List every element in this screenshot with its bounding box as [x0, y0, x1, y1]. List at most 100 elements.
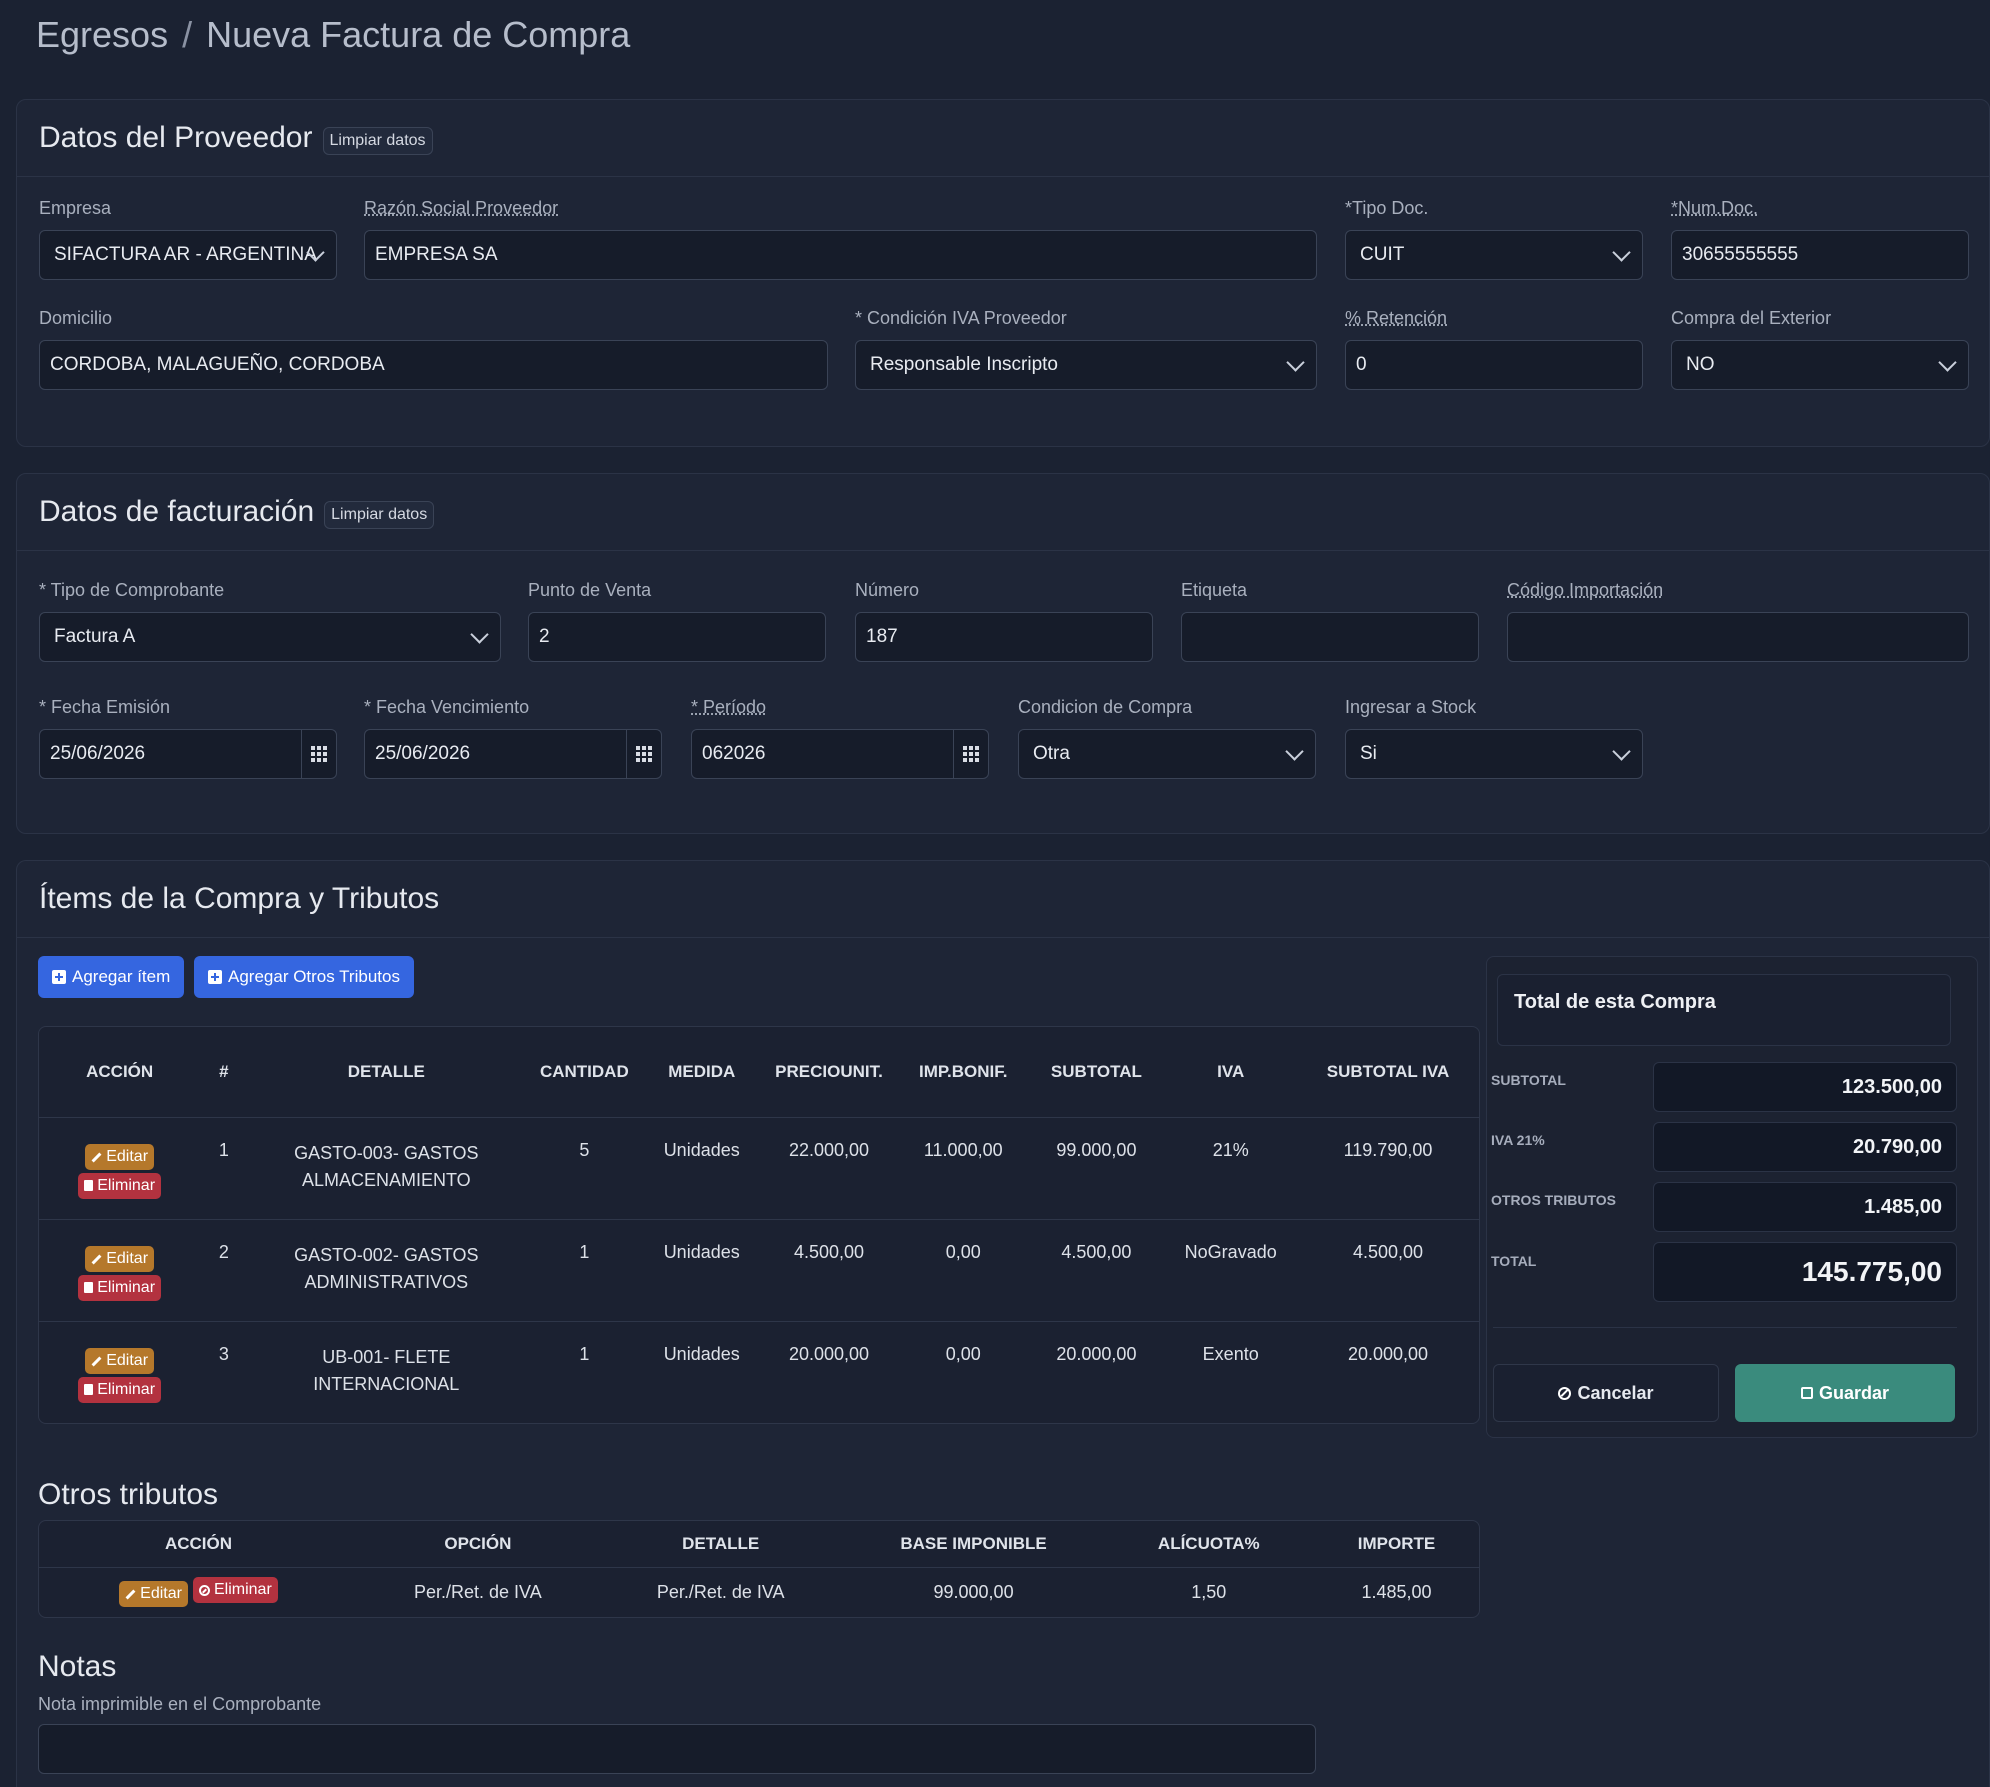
otros-header-row: ACCIÓN OPCIÓN DETALLE BASE IMPONIBLE ALÍ… [39, 1521, 1479, 1567]
notas-title: Notas [38, 1650, 117, 1683]
edit-label: Editar [106, 1352, 149, 1369]
numero-value: 187 [866, 626, 898, 647]
codigo-importacion-label: Código Importación [1507, 580, 1664, 600]
condicion-compra-select[interactable]: Otra [1018, 729, 1316, 779]
trash-icon [84, 1282, 94, 1293]
tipo-comprobante-value: Factura A [54, 626, 136, 647]
numero-input[interactable]: 187 [855, 612, 1153, 662]
ingresar-stock-value: Si [1360, 743, 1377, 764]
totals-panel: Total de esta Compra SUBTOTAL 123.500,00… [1486, 956, 1978, 1438]
domicilio-label: Domicilio [39, 308, 113, 328]
tipo-comprobante-label: * Tipo de Comprobante [39, 580, 225, 600]
delete-button[interactable]: Eliminar [78, 1376, 162, 1403]
row-subtotal-iva: 20.000,00 [1347, 1343, 1429, 1364]
empresa-select[interactable]: SIFACTURA AR - ARGENTINA [39, 230, 337, 280]
row-detalle: UB-001- FLETE INTERNACIONAL [313, 1346, 460, 1394]
condicion-iva-select[interactable]: Responsable Inscripto [855, 340, 1317, 390]
col-iva: IVA [1217, 1061, 1245, 1081]
facturacion-clear-button[interactable]: Limpiar datos [324, 501, 435, 529]
add-tributo-label: Agregar Otros Tributos [228, 967, 400, 986]
compra-exterior-select[interactable]: NO [1671, 340, 1969, 390]
codigo-importacion-input[interactable] [1507, 612, 1969, 662]
col-alicuota: ALÍCUOTA% [1157, 1533, 1260, 1553]
numero-label: Número [855, 580, 920, 600]
fecha-emision-label: * Fecha Emisión [39, 697, 171, 717]
col-detalle: DETALLE [347, 1061, 425, 1081]
periodo-input[interactable]: 062026 [691, 729, 989, 779]
otros-tributos-title: Otros tributos [38, 1478, 219, 1511]
retencion-value: 0 [1356, 354, 1367, 375]
edit-label: Editar [106, 1250, 149, 1267]
pencil-icon [91, 1356, 102, 1366]
punto-venta-value: 2 [539, 626, 550, 647]
tipo-comprobante-select[interactable]: Factura A [39, 612, 501, 662]
tipo-doc-select[interactable]: CUIT [1345, 230, 1643, 280]
add-item-button[interactable]: Agregar ítem [38, 956, 185, 998]
totals-header: Total de esta Compra [1497, 974, 1951, 1046]
add-tributo-button[interactable]: Agregar Otros Tributos [194, 956, 414, 998]
iva-value: 20.790,00 [1653, 1122, 1957, 1172]
edit-button[interactable]: Editar [85, 1144, 155, 1170]
condicion-compra-label: Condicion de Compra [1018, 697, 1193, 717]
breadcrumb-parent[interactable]: Egresos [36, 14, 168, 55]
col-subtotal: SUBTOTAL [1050, 1061, 1142, 1081]
calendar-button[interactable] [301, 730, 336, 778]
edit-label: Editar [140, 1585, 182, 1603]
row-subtotal-iva: 4.500,00 [1352, 1241, 1424, 1262]
delete-button[interactable]: Eliminar [78, 1274, 162, 1301]
row-num: 3 [218, 1343, 229, 1364]
edit-button[interactable]: Editar [85, 1246, 155, 1272]
proveedor-clear-button[interactable]: Limpiar datos [322, 127, 433, 155]
delete-label: Eliminar [213, 1581, 272, 1599]
edit-button[interactable]: Editar [85, 1348, 155, 1374]
facturacion-card: Datos de facturación Limpiar datos * Tip… [16, 473, 1990, 834]
punto-venta-input[interactable]: 2 [528, 612, 826, 662]
add-item-label: Agregar ítem [72, 967, 171, 986]
row-medida: Unidades [663, 1241, 740, 1262]
domicilio-input[interactable]: CORDOBA, MALAGUEÑO, CORDOBA [39, 340, 828, 390]
ingresar-stock-select[interactable]: Si [1345, 729, 1643, 779]
num-doc-value: 30655555555 [1682, 244, 1799, 265]
delete-button[interactable]: Eliminar [78, 1172, 162, 1199]
empresa-label: Empresa [39, 198, 112, 218]
fecha-emision-value: 25/06/2026 [50, 743, 146, 764]
row-num: 2 [218, 1241, 229, 1262]
items-title: Ítems de la Compra y Tributos [39, 882, 440, 915]
row-detalle: GASTO-003- GASTOS ALMACENAMIENTO [294, 1142, 479, 1190]
col-cantidad: CANTIDAD [539, 1061, 629, 1081]
calendar-button[interactable] [626, 730, 661, 778]
fecha-vencimiento-input[interactable]: 25/06/2026 [364, 729, 662, 779]
chevron-down-icon [1612, 243, 1631, 262]
proveedor-title: Datos del Proveedor [39, 121, 313, 154]
cancel-button[interactable]: Cancelar [1493, 1364, 1719, 1422]
table-row: Editar Eliminar Per./Ret. de IVA Per./Re… [39, 1567, 1479, 1617]
row-bonif: 0,00 [945, 1241, 981, 1262]
etiqueta-input[interactable] [1181, 612, 1479, 662]
tipo-doc-label: *Tipo Doc. [1345, 198, 1429, 218]
save-button[interactable]: Guardar [1735, 1364, 1955, 1422]
pencil-icon [91, 1254, 102, 1264]
edit-label: Editar [106, 1148, 149, 1165]
row-alicuota: 1,50 [1191, 1581, 1227, 1602]
razon-social-input[interactable]: EMPRESA SA [364, 230, 1317, 280]
col-accion: ACCIÓN [86, 1061, 154, 1081]
table-row: Editar Eliminar 2 GASTO-002- GASTOS ADMI… [39, 1219, 1479, 1321]
col-medida: MEDIDA [668, 1061, 736, 1081]
fecha-vencimiento-label: * Fecha Vencimiento [364, 697, 530, 717]
ingresar-stock-label: Ingresar a Stock [1345, 697, 1477, 717]
table-row: Editar Eliminar 1 GASTO-003- GASTOS ALMA… [39, 1117, 1479, 1219]
delete-button[interactable]: Eliminar [192, 1577, 278, 1604]
retencion-input[interactable]: 0 [1345, 340, 1643, 390]
num-doc-label: *Num.Doc. [1671, 198, 1759, 218]
edit-button[interactable]: Editar [119, 1581, 188, 1608]
row-subtotal: 4.500,00 [1061, 1241, 1132, 1262]
otros-tributos-table: ACCIÓN OPCIÓN DETALLE BASE IMPONIBLE ALÍ… [38, 1520, 1480, 1618]
subtotal-value: 123.500,00 [1653, 1062, 1957, 1112]
calendar-button[interactable] [953, 730, 988, 778]
breadcrumb: Egresos / Nueva Factura de Compra [36, 14, 630, 56]
plus-square-icon [52, 970, 66, 984]
fecha-emision-input[interactable]: 25/06/2026 [39, 729, 337, 779]
notas-input[interactable] [38, 1724, 1316, 1774]
items-header-row: ACCIÓN # DETALLE CANTIDAD MEDIDA PRECIOU… [39, 1027, 1479, 1117]
num-doc-input[interactable]: 30655555555 [1671, 230, 1969, 280]
